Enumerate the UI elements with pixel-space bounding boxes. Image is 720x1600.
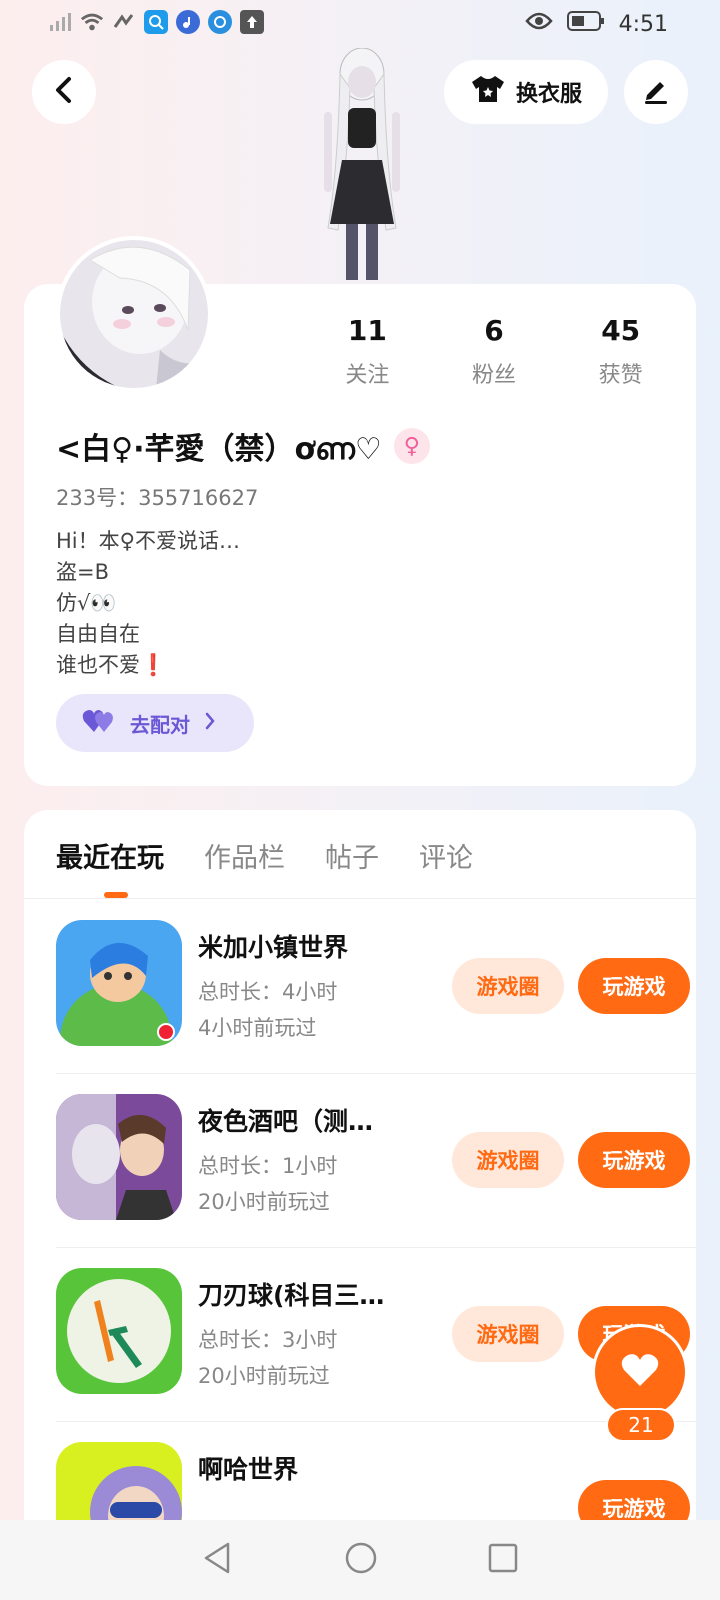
game-title: 米加小镇世界 [198,933,349,962]
bio-line: 自由自在 [56,622,140,646]
play-game-button[interactable]: 玩游戏 [578,1132,690,1188]
nickname: <白♀·芊愛（禁）ơണ♡ [56,432,382,467]
back-triangle-icon[interactable] [202,1541,234,1579]
change-outfit-button[interactable]: 换衣服 [444,60,608,124]
bio-line: Hi！本♀不爱说话… [56,529,241,553]
game-row[interactable]: 夜色酒吧（测… 总时长：1小时 20小时前玩过 游戏圈 玩游戏 [56,1074,696,1248]
edit-profile-button[interactable] [624,60,688,124]
followers-count: 6 [484,314,504,347]
wifi-icon [80,10,104,34]
game-last-played: 20小时前玩过 [198,1190,330,1214]
game-title: 啊哈世界 [198,1455,299,1484]
profile-tabs: 最近在玩 作品栏 帖子 评论 [56,836,473,875]
search-app-icon [144,10,168,34]
tabs-divider [24,898,696,899]
match-label: 去配对 [130,712,190,737]
music-app-icon [176,10,200,34]
signal-icon [48,10,72,34]
back-button[interactable] [32,60,96,124]
following-label: 关注 [345,363,390,388]
status-bar: 4:51 [0,0,720,48]
profile-stats: 11 关注 6 粉丝 45 获赞 [304,314,684,389]
user-id: 233号：355716627 [56,486,259,510]
avatar[interactable] [56,236,212,392]
game-total-time: 总时长：3小时 [198,1328,338,1352]
bio-line: 仿√👀 [56,591,117,615]
following-count: 11 [347,314,387,347]
browser-app-icon [208,10,232,34]
recent-games-card: 最近在玩 作品栏 帖子 评论 米加小镇世界 总时长：4小时 4小时前玩过 游戏圈… [24,810,696,1600]
game-total-time: 总时长：1小时 [198,1154,338,1178]
game-icon-miga [56,920,182,1046]
clock: 4:51 [618,11,668,37]
tshirt-icon [470,74,506,110]
game-total-time: 总时长：4小时 [198,980,338,1004]
bio: Hi！本♀不爱说话… 盗=B 仿√👀 自由自在 谁也不爱❗ [56,526,240,681]
battery-icon [566,10,605,38]
tab-posts[interactable]: 帖子 [325,836,379,875]
bio-line: 谁也不爱❗ [56,653,167,677]
chevron-right-icon [204,711,216,735]
character-figure[interactable] [298,47,426,284]
game-title: 夜色酒吧（测… [198,1107,374,1136]
followers-label: 粉丝 [472,363,517,388]
stat-followers[interactable]: 6 粉丝 [431,314,558,389]
recents-square-icon[interactable] [488,1543,518,1577]
upload-icon [240,10,264,34]
like-count: 21 [606,1408,676,1442]
tab-comments[interactable]: 评论 [419,836,473,875]
play-game-button[interactable]: 玩游戏 [578,958,690,1014]
eye-icon [524,11,553,37]
game-last-played: 4小时前玩过 [198,1016,317,1040]
heart-icon [620,1352,660,1392]
female-gender-icon: ♀ [393,428,430,464]
system-navigation-bar [0,1520,720,1600]
edit-pen-icon [641,75,671,109]
like-button[interactable] [592,1324,688,1420]
game-circle-button[interactable]: 游戏圈 [452,958,564,1014]
change-outfit-label: 换衣服 [515,82,582,107]
tab-works[interactable]: 作品栏 [204,836,285,875]
game-icon-blade-ball [56,1268,182,1394]
stat-following[interactable]: 11 关注 [304,314,431,389]
likes-count: 45 [601,314,641,347]
game-last-played: 20小时前玩过 [198,1364,330,1388]
tab-recently-played[interactable]: 最近在玩 [56,836,164,875]
game-row[interactable]: 米加小镇世界 总时长：4小时 4小时前玩过 游戏圈 玩游戏 [56,900,696,1074]
game-icon-night-bar [56,1094,182,1220]
game-circle-button[interactable]: 游戏圈 [452,1132,564,1188]
match-button[interactable]: 去配对 [56,694,254,752]
game-circle-button[interactable]: 游戏圈 [452,1306,564,1362]
heart-pair-icon [82,708,116,739]
game-title: 刀刃球(科目三… [198,1281,385,1310]
bio-line: 盗=B [56,560,110,584]
likes-label: 获赞 [598,363,643,388]
nickname-row: <白♀·芊愛（禁）ơണ♡ ♀ [56,424,430,468]
home-circle-icon[interactable] [344,1541,378,1579]
stat-likes[interactable]: 45 获赞 [557,314,684,389]
chevron-left-icon [53,76,75,108]
nfc-icon [112,10,136,34]
